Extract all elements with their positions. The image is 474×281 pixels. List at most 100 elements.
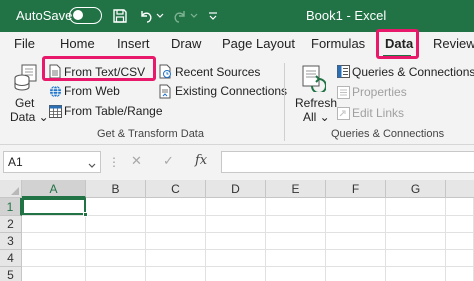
- select-all-triangle-icon: [11, 187, 19, 195]
- document-title: Book1 - Excel: [306, 8, 387, 23]
- properties-icon: [336, 84, 350, 100]
- worksheet-cell[interactable]: [206, 216, 266, 233]
- row-header-5[interactable]: 5: [0, 267, 22, 281]
- worksheet-cell[interactable]: [206, 233, 266, 250]
- worksheet-cell[interactable]: [266, 216, 326, 233]
- tab-formulas[interactable]: Formulas: [311, 36, 365, 51]
- tab-file[interactable]: File: [14, 36, 35, 51]
- active-cell-a1[interactable]: [22, 198, 86, 215]
- column-header-b[interactable]: B: [86, 180, 146, 198]
- worksheet-cell[interactable]: [326, 250, 386, 267]
- tab-page-layout[interactable]: Page Layout: [222, 36, 295, 51]
- column-header-f[interactable]: F: [326, 180, 386, 198]
- queries-connections-group-label: Queries & Connections: [331, 128, 445, 140]
- name-box-dropdown-icon[interactable]: [88, 156, 96, 174]
- worksheet-cell[interactable]: [22, 216, 86, 233]
- tab-insert[interactable]: Insert: [117, 36, 150, 51]
- formula-bar: A1 ⋮ ✕ ✓ fx: [0, 145, 474, 180]
- worksheet-cell[interactable]: [386, 250, 446, 267]
- worksheet-cell[interactable]: [22, 267, 86, 281]
- worksheet-cell[interactable]: [326, 216, 386, 233]
- globe-icon: [48, 83, 62, 99]
- tab-review[interactable]: Review: [433, 36, 474, 51]
- worksheet-cell[interactable]: [22, 250, 86, 267]
- worksheet-cell[interactable]: [146, 233, 206, 250]
- worksheet-cell[interactable]: [446, 250, 474, 267]
- worksheet-cell[interactable]: [146, 250, 206, 267]
- from-web-button[interactable]: From Web: [64, 84, 120, 98]
- row-header-2[interactable]: 2: [0, 216, 22, 233]
- customize-qat-icon[interactable]: [207, 6, 219, 26]
- worksheet-cell[interactable]: [86, 233, 146, 250]
- formula-input[interactable]: [221, 151, 474, 173]
- worksheet-cell[interactable]: [146, 216, 206, 233]
- get-transform-group-label: Get & Transform Data: [97, 128, 204, 140]
- from-text-csv-highlight-box: [42, 56, 156, 81]
- fill-handle[interactable]: [83, 212, 88, 217]
- undo-dropdown-icon[interactable]: [155, 6, 165, 26]
- insert-function-icon[interactable]: fx: [195, 153, 207, 168]
- row-header-3[interactable]: 3: [0, 233, 22, 250]
- row-header-1[interactable]: 1: [0, 198, 22, 216]
- existing-connections-button[interactable]: Existing Connections: [175, 84, 287, 98]
- redo-dropdown-icon[interactable]: [189, 6, 199, 26]
- worksheet-cell[interactable]: [446, 198, 474, 216]
- name-box[interactable]: A1: [3, 151, 101, 173]
- worksheet-cell[interactable]: [386, 198, 446, 216]
- formula-bar-grip-icon: ⋮: [108, 155, 120, 169]
- column-header-d[interactable]: D: [206, 180, 266, 198]
- worksheet-cell[interactable]: [206, 198, 266, 216]
- title-bar: AutoSave Book1 - Excel: [0, 0, 474, 32]
- row-header-4[interactable]: 4: [0, 250, 22, 267]
- worksheet-cell[interactable]: [386, 216, 446, 233]
- queries-connections-icon: [336, 63, 350, 79]
- worksheet-cell[interactable]: [266, 198, 326, 216]
- edit-links-button[interactable]: Edit Links: [352, 106, 404, 120]
- worksheet-cell[interactable]: [86, 267, 146, 281]
- worksheet-cell[interactable]: [86, 216, 146, 233]
- recent-sources-button[interactable]: Recent Sources: [175, 65, 260, 79]
- worksheet-cell[interactable]: [446, 233, 474, 250]
- refresh-icon[interactable]: [299, 63, 327, 93]
- worksheet-cell[interactable]: [146, 267, 206, 281]
- worksheet-cell[interactable]: [446, 216, 474, 233]
- select-all-corner[interactable]: [0, 180, 22, 198]
- refresh-all-label-line2[interactable]: All ⌄: [303, 110, 330, 124]
- tab-draw[interactable]: Draw: [171, 36, 201, 51]
- worksheet-cell[interactable]: [386, 267, 446, 281]
- database-icon[interactable]: [12, 63, 38, 93]
- cancel-icon[interactable]: ✕: [131, 153, 142, 169]
- properties-button[interactable]: Properties: [352, 85, 407, 99]
- worksheet-cell[interactable]: [206, 267, 266, 281]
- queries-connections-button[interactable]: Queries & Connections: [352, 65, 474, 79]
- save-icon[interactable]: [110, 6, 130, 26]
- worksheet-cell[interactable]: [266, 250, 326, 267]
- enter-icon[interactable]: ✓: [163, 153, 174, 169]
- redo-icon[interactable]: [170, 6, 190, 26]
- existing-connections-icon: [158, 83, 172, 99]
- worksheet-cell[interactable]: [146, 198, 206, 216]
- worksheet-cell[interactable]: [266, 267, 326, 281]
- column-header-c[interactable]: C: [146, 180, 206, 198]
- worksheet-cell[interactable]: [326, 267, 386, 281]
- column-header-a[interactable]: A: [22, 180, 86, 198]
- undo-icon[interactable]: [136, 6, 156, 26]
- column-header-e[interactable]: E: [266, 180, 326, 198]
- worksheet-cell[interactable]: [22, 233, 86, 250]
- refresh-all-label-line1[interactable]: Refresh: [295, 96, 337, 110]
- worksheet-cell[interactable]: [386, 233, 446, 250]
- worksheet-cell[interactable]: [266, 233, 326, 250]
- worksheet-cell[interactable]: [86, 250, 146, 267]
- get-data-label-line2[interactable]: Data ⌄: [10, 110, 49, 124]
- autosave-toggle[interactable]: [69, 7, 102, 24]
- worksheet-cell[interactable]: [86, 198, 146, 216]
- from-table-range-button[interactable]: From Table/Range: [64, 104, 163, 118]
- get-data-label-line1[interactable]: Get: [15, 96, 34, 110]
- worksheet-cell[interactable]: [326, 198, 386, 216]
- worksheet-cell[interactable]: [446, 267, 474, 281]
- toggle-knob: [73, 10, 83, 20]
- column-header-g[interactable]: G: [386, 180, 446, 198]
- worksheet-cell[interactable]: [326, 233, 386, 250]
- worksheet-cell[interactable]: [206, 250, 266, 267]
- tab-home[interactable]: Home: [60, 36, 95, 51]
